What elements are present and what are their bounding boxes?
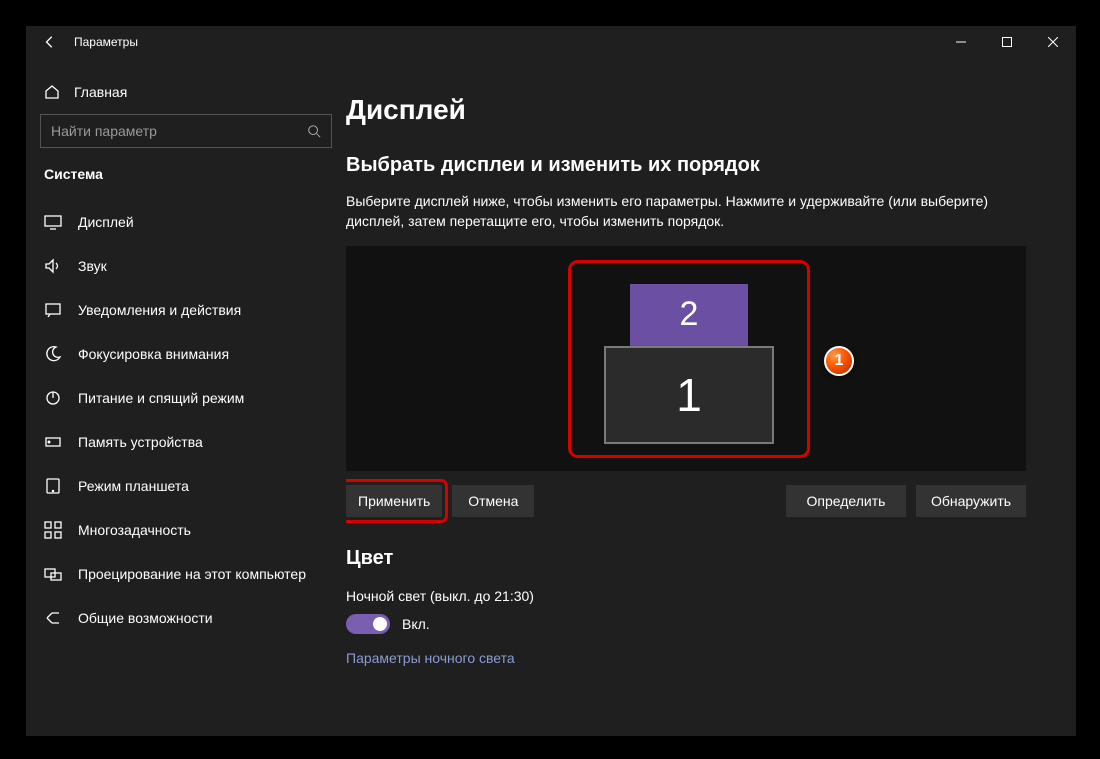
- toggle-knob: [373, 617, 387, 631]
- nav-label: Звук: [78, 258, 107, 274]
- sidebar-home-label: Главная: [74, 84, 127, 100]
- display-arranger[interactable]: 2 1 1: [346, 246, 1026, 471]
- sidebar-item-power[interactable]: Питание и спящий режим: [40, 376, 332, 420]
- nav-label: Уведомления и действия: [78, 302, 241, 318]
- nav-label: Общие возможности: [78, 610, 213, 626]
- nav-label: Память устройства: [78, 434, 203, 450]
- sidebar: Главная Система Дисплей Звук Уведомления…: [26, 58, 346, 736]
- arrange-description: Выберите дисплей ниже, чтобы изменить ег…: [346, 191, 1026, 232]
- page-title: Дисплей: [346, 94, 1052, 126]
- minimize-button[interactable]: [938, 26, 984, 58]
- search-input[interactable]: [51, 123, 307, 139]
- nav-label: Многозадачность: [78, 522, 191, 538]
- cancel-button[interactable]: Отмена: [452, 485, 534, 517]
- maximize-icon: [1002, 37, 1012, 47]
- monitor-1-label: 1: [676, 368, 702, 422]
- close-icon: [1048, 37, 1058, 47]
- sidebar-item-sound[interactable]: Звук: [40, 244, 332, 288]
- sound-icon: [44, 257, 62, 275]
- night-light-toggle-row: Вкл.: [346, 614, 1052, 634]
- minimize-icon: [956, 37, 966, 47]
- content-area: Дисплей Выбрать дисплеи и изменить их по…: [346, 58, 1076, 736]
- sidebar-item-focus[interactable]: Фокусировка внимания: [40, 332, 332, 376]
- close-button[interactable]: [1030, 26, 1076, 58]
- arrange-heading: Выбрать дисплеи и изменить их порядок: [346, 154, 1052, 177]
- back-button[interactable]: [26, 26, 74, 58]
- sidebar-section-label: Система: [40, 166, 332, 200]
- settings-window: Параметры Главная Система: [26, 26, 1076, 736]
- detect-button[interactable]: Обнаружить: [916, 485, 1026, 517]
- search-box[interactable]: [40, 114, 332, 148]
- monitor-2-label: 2: [680, 295, 699, 334]
- nav-label: Питание и спящий режим: [78, 390, 244, 406]
- identify-button[interactable]: Определить: [786, 485, 906, 517]
- sidebar-item-notifications[interactable]: Уведомления и действия: [40, 288, 332, 332]
- sidebar-item-shared[interactable]: Общие возможности: [40, 596, 332, 640]
- toggle-label: Вкл.: [402, 616, 430, 632]
- home-icon: [44, 84, 60, 100]
- power-icon: [44, 389, 62, 407]
- night-light-settings-link[interactable]: Параметры ночного света: [346, 650, 1052, 666]
- night-light-status: Ночной свет (выкл. до 21:30): [346, 588, 1052, 604]
- nav-label: Дисплей: [78, 214, 134, 230]
- maximize-button[interactable]: [984, 26, 1030, 58]
- marker-1-text: 1: [835, 352, 844, 370]
- annotation-marker-1: 1: [824, 346, 854, 376]
- sidebar-item-multitasking[interactable]: Многозадачность: [40, 508, 332, 552]
- window-controls: [938, 26, 1076, 58]
- apply-button[interactable]: Применить: [346, 485, 442, 517]
- titlebar: Параметры: [26, 26, 1076, 58]
- arrange-button-row: 2 Применить Отмена Определить Обнаружить: [346, 485, 1026, 517]
- shared-icon: [44, 609, 62, 627]
- sidebar-item-display[interactable]: Дисплей: [40, 200, 332, 244]
- search-icon: [307, 124, 321, 138]
- window-body: Главная Система Дисплей Звук Уведомления…: [26, 58, 1076, 736]
- monitor-1[interactable]: 1: [604, 346, 774, 444]
- display-icon: [44, 213, 62, 231]
- moon-icon: [44, 345, 62, 363]
- nav-label: Проецирование на этот компьютер: [78, 566, 306, 582]
- nav-label: Режим планшета: [78, 478, 189, 494]
- sidebar-item-storage[interactable]: Память устройства: [40, 420, 332, 464]
- color-heading: Цвет: [346, 547, 1052, 570]
- sidebar-item-projecting[interactable]: Проецирование на этот компьютер: [40, 552, 332, 596]
- nav-label: Фокусировка внимания: [78, 346, 229, 362]
- window-title: Параметры: [74, 35, 138, 49]
- storage-icon: [44, 433, 62, 451]
- monitor-2[interactable]: 2: [630, 284, 748, 346]
- sidebar-home[interactable]: Главная: [40, 78, 332, 114]
- arrow-left-icon: [43, 35, 57, 49]
- project-icon: [44, 565, 62, 583]
- notification-icon: [44, 301, 62, 319]
- multitask-icon: [44, 521, 62, 539]
- night-light-toggle[interactable]: [346, 614, 390, 634]
- tablet-icon: [44, 477, 62, 495]
- sidebar-item-tablet[interactable]: Режим планшета: [40, 464, 332, 508]
